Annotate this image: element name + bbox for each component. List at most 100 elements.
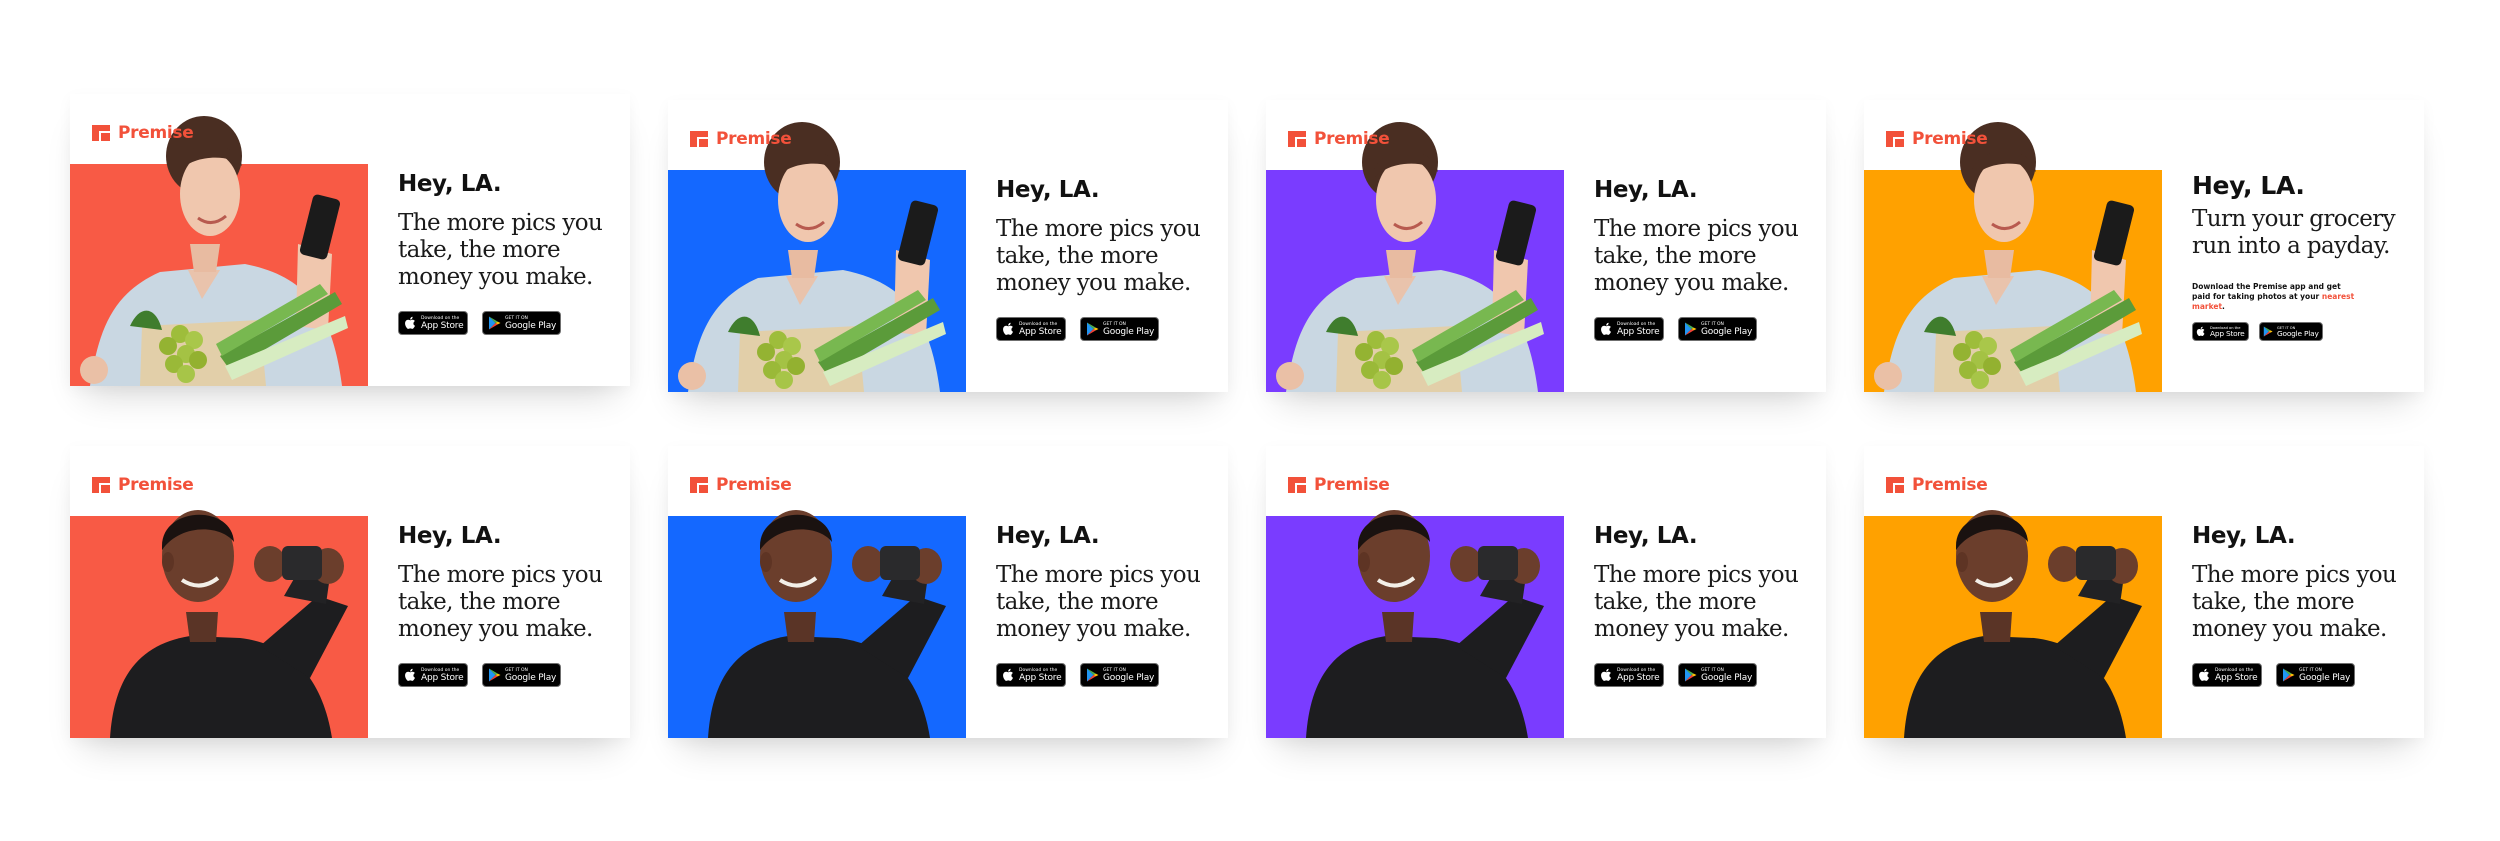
ad-card: Premise Hey, LA. Turn your grocery run i…: [1864, 100, 2424, 392]
google-play-icon: [1685, 322, 1697, 336]
app-store-button[interactable]: Download on the App Store: [996, 317, 1066, 341]
ad-copy: Hey, LA. The more pics you take, the mor…: [996, 522, 1220, 687]
brand-name: Premise: [716, 129, 792, 149]
headline: Hey, LA.: [1594, 523, 1698, 549]
body-copy: Turn your grocery run into a payday.: [2192, 206, 2396, 259]
premise-logo-icon: [1288, 131, 1306, 147]
body-copy: The more pics you take, the more money y…: [996, 216, 1201, 296]
apple-icon: [2196, 326, 2205, 337]
premise-logo: Premise: [92, 123, 194, 143]
badge-store-name: App Store: [2210, 328, 2245, 338]
google-play-button[interactable]: GET IT ON Google Play: [1678, 663, 1757, 687]
badge-store-name: Google Play: [505, 672, 557, 683]
badge-store-name: Google Play: [1103, 672, 1155, 683]
badge-store-name: App Store: [1019, 672, 1062, 683]
apple-icon: [2199, 668, 2209, 681]
premise-logo-icon: [92, 125, 110, 141]
premise-logo-icon: [1886, 131, 1904, 147]
headline: Hey, LA.: [996, 523, 1100, 549]
headline: Hey, LA.: [2192, 171, 2305, 200]
premise-logo: Premise: [1288, 129, 1390, 149]
badge-store-name: Google Play: [1103, 326, 1155, 337]
google-play-button[interactable]: GET IT ON Google Play: [1080, 663, 1159, 687]
premise-logo-icon: [1886, 477, 1904, 493]
apple-icon: [1601, 668, 1611, 681]
ad-copy: Hey, LA. The more pics you take, the mor…: [996, 176, 1220, 341]
headline: Hey, LA.: [398, 523, 502, 549]
badge-store-name: App Store: [1019, 326, 1062, 337]
store-badges: Download on the App Store GET IT ON Google…: [996, 663, 1220, 687]
color-block: [668, 170, 966, 392]
apple-icon: [405, 668, 415, 681]
body-copy: The more pics you take, the more money y…: [1594, 562, 1799, 642]
ad-card: Premise Hey, LA. The more pics you take,…: [668, 100, 1228, 392]
headline: Hey, LA.: [996, 177, 1100, 203]
premise-logo-icon: [1288, 477, 1306, 493]
apple-icon: [1601, 322, 1611, 335]
store-badges: Download on the App Store GET IT ON Google…: [398, 663, 622, 687]
premise-logo: Premise: [690, 475, 792, 495]
badge-store-name: App Store: [1617, 672, 1660, 683]
brand-name: Premise: [1314, 129, 1390, 149]
google-play-icon: [2283, 668, 2295, 682]
badge-store-name: App Store: [421, 672, 464, 683]
badge-store-name: Google Play: [2277, 328, 2319, 338]
body-copy: The more pics you take, the more money y…: [398, 210, 603, 290]
app-store-button[interactable]: Download on the App Store: [398, 663, 468, 687]
google-play-icon: [2263, 326, 2273, 337]
google-play-button[interactable]: GET IT ON Google Play: [2276, 663, 2355, 687]
brand-name: Premise: [1912, 129, 1988, 149]
store-badges: Download on the App Store GET IT ON Google…: [2192, 663, 2416, 687]
premise-logo: Premise: [690, 129, 792, 149]
badge-store-name: Google Play: [2299, 672, 2351, 683]
badge-store-name: Google Play: [505, 320, 557, 331]
google-play-icon: [1087, 322, 1099, 336]
google-play-button[interactable]: GET IT ON Google Play: [2259, 322, 2323, 341]
app-store-button[interactable]: Download on the App Store: [1594, 663, 1664, 687]
premise-logo-icon: [690, 477, 708, 493]
store-badges: Download on the App Store GET IT ON Google…: [398, 311, 622, 335]
store-badges: Download on the App Store GET IT ON Google…: [1594, 317, 1818, 341]
color-block: [1266, 516, 1564, 738]
badge-store-name: Google Play: [1701, 326, 1753, 337]
ad-copy: Hey, LA. The more pics you take, the mor…: [2192, 522, 2416, 687]
ad-card: Premise Hey, LA. The more pics you take,…: [70, 94, 630, 386]
google-play-button[interactable]: GET IT ON Google Play: [1080, 317, 1159, 341]
google-play-button[interactable]: GET IT ON Google Play: [1678, 317, 1757, 341]
premise-logo-icon: [690, 131, 708, 147]
ad-copy: Hey, LA. Turn your grocery run into a pa…: [2192, 172, 2416, 341]
ad-card: Premise Hey, LA. The more pics you take,…: [1266, 100, 1826, 392]
store-badges: Download on the App Store GET IT ON Google…: [1594, 663, 1818, 687]
store-badges: Download on the App Store GET IT ON Google…: [996, 317, 1220, 341]
app-store-button[interactable]: Download on the App Store: [2192, 322, 2249, 341]
app-store-button[interactable]: Download on the App Store: [2192, 663, 2262, 687]
body-copy: The more pics you take, the more money y…: [398, 562, 603, 642]
color-block: [1864, 516, 2162, 738]
ad-copy: Hey, LA. The more pics you take, the mor…: [398, 170, 622, 335]
brand-name: Premise: [1912, 475, 1988, 495]
body-copy: The more pics you take, the more money y…: [996, 562, 1201, 642]
premise-logo: Premise: [1886, 475, 1988, 495]
fine-print: Download the Premise app and get paid fo…: [2192, 282, 2357, 312]
color-block: [1864, 170, 2162, 392]
fine-print-text: Download the Premise app and get paid fo…: [2192, 282, 2341, 301]
color-block: [70, 516, 368, 738]
ad-card: Premise Hey, LA. The more pics you take,…: [668, 446, 1228, 738]
brand-name: Premise: [716, 475, 792, 495]
color-block: [1266, 170, 1564, 392]
body-copy: The more pics you take, the more money y…: [2192, 562, 2397, 642]
premise-logo: Premise: [1886, 129, 1988, 149]
color-block: [668, 516, 966, 738]
premise-logo: Premise: [92, 475, 194, 495]
google-play-button[interactable]: GET IT ON Google Play: [482, 311, 561, 335]
app-store-button[interactable]: Download on the App Store: [1594, 317, 1664, 341]
badge-store-name: Google Play: [1701, 672, 1753, 683]
headline: Hey, LA.: [1594, 177, 1698, 203]
headline: Hey, LA.: [398, 171, 502, 197]
ad-card: Premise Hey, LA. The more pics you take,…: [1864, 446, 2424, 738]
brand-name: Premise: [1314, 475, 1390, 495]
google-play-button[interactable]: GET IT ON Google Play: [482, 663, 561, 687]
badge-store-name: App Store: [2215, 672, 2258, 683]
app-store-button[interactable]: Download on the App Store: [996, 663, 1066, 687]
app-store-button[interactable]: Download on the App Store: [398, 311, 468, 335]
